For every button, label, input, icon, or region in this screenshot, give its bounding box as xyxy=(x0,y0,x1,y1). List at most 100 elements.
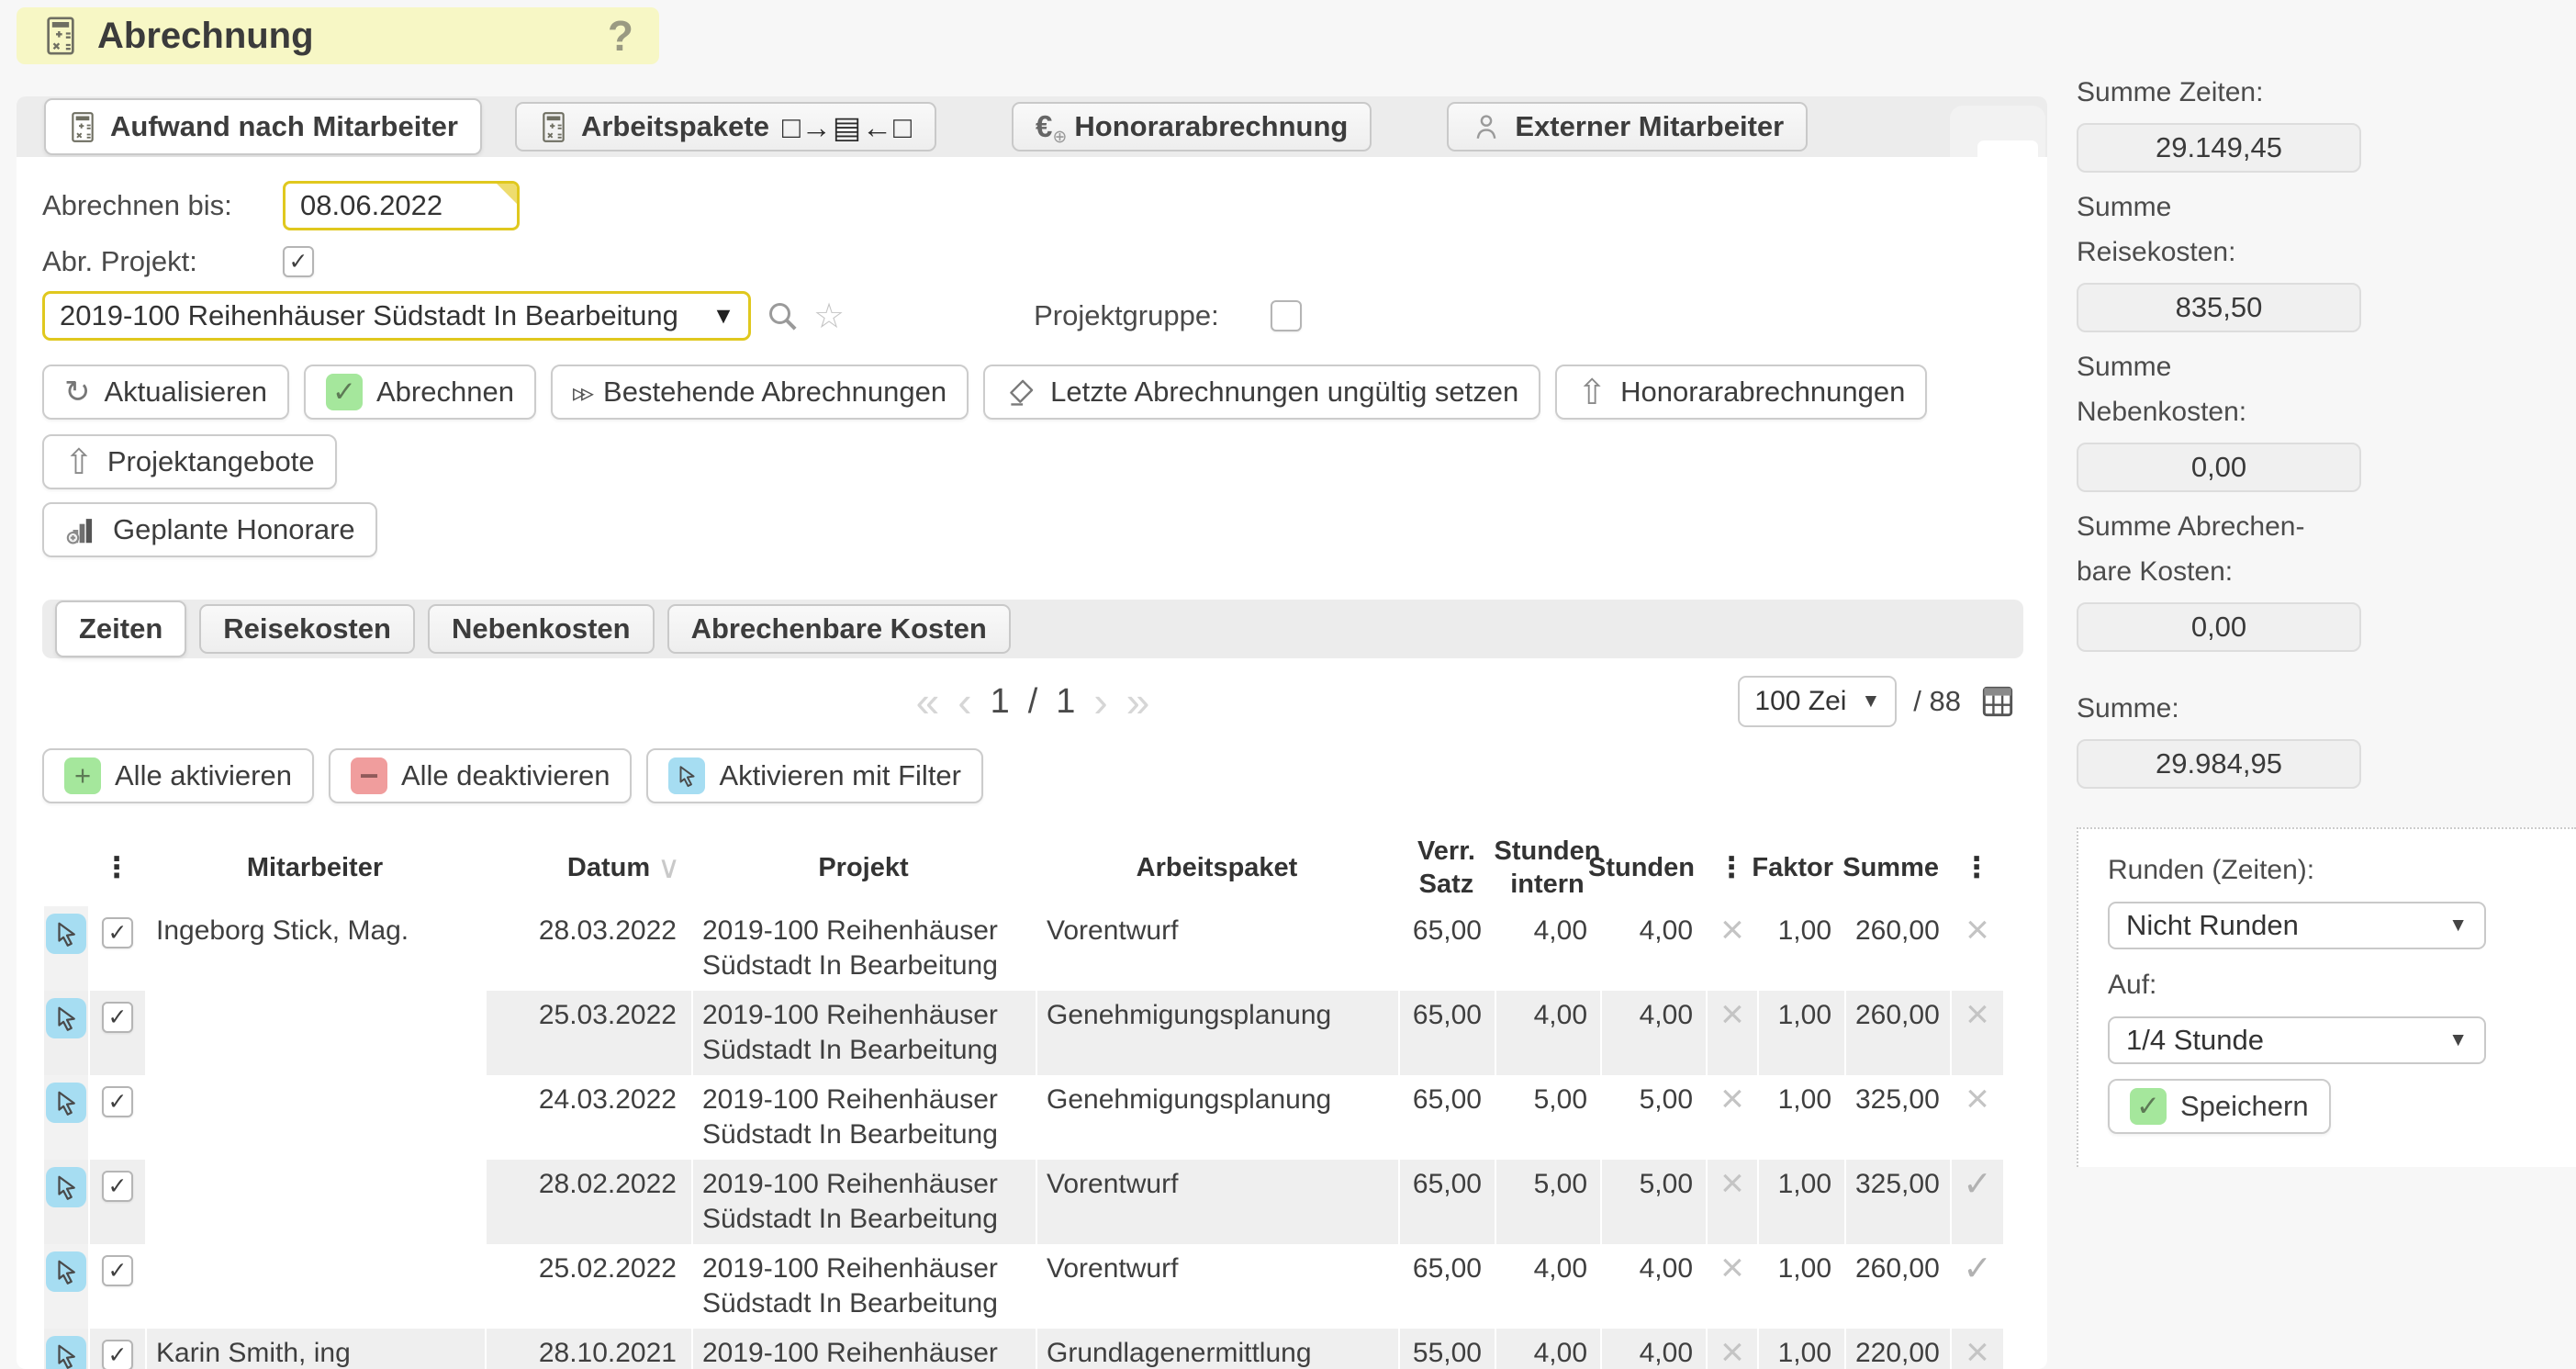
header-summe[interactable]: Summe xyxy=(1844,851,1950,884)
runden-select[interactable]: Nicht Runden ▼ xyxy=(2108,902,2486,949)
list-action-buttons: + Alle aktivieren − Alle deaktivieren Ak… xyxy=(42,748,2023,803)
pagination-controls: « ‹ 1 / 1 › » xyxy=(42,680,2023,723)
alle-aktivieren-button[interactable]: + Alle aktivieren xyxy=(42,748,314,803)
column-menu-icon[interactable]: ⋮ xyxy=(1950,851,2003,884)
next-page-icon[interactable]: › xyxy=(1093,680,1107,723)
favorite-star-icon[interactable]: ☆ xyxy=(813,296,845,337)
project-select[interactable]: 2019-100 Reihenhäuser Südstadt In Bearbe… xyxy=(42,291,751,341)
tab-label: Reisekosten xyxy=(223,612,391,645)
calculator-icon xyxy=(68,111,97,143)
tab-aufwand-nach-mitarbeiter[interactable]: Aufwand nach Mitarbeiter xyxy=(44,98,482,155)
button-label: Geplante Honorare xyxy=(113,513,355,546)
search-icon[interactable] xyxy=(764,297,801,334)
summe-delete-icon[interactable]: ✓ xyxy=(1950,1160,2003,1244)
header-verr-satz[interactable]: Verr. Satz xyxy=(1398,835,1495,901)
stunden-delete-icon[interactable]: × xyxy=(1706,991,1757,1075)
tab-arbeitspakete[interactable]: Arbeitspakete □→▤←□ xyxy=(515,102,936,151)
invalidate-icon xyxy=(1005,376,1036,408)
auf-select[interactable]: 1/4 Stunde ▼ xyxy=(2108,1016,2486,1064)
tab-zeiten[interactable]: Zeiten xyxy=(55,600,186,657)
page-size-select[interactable]: 100 Zei ▼ xyxy=(1738,676,1897,727)
header-stunden-intern[interactable]: Stunden intern xyxy=(1495,835,1600,901)
summe-nebenkosten-field: 0,00 xyxy=(2077,443,2361,492)
geplante-honorare-button[interactable]: Geplante Honorare xyxy=(42,502,377,557)
action-buttons-row-2: Geplante Honorare xyxy=(42,502,2023,557)
header-datum[interactable]: Datum∨ xyxy=(485,851,691,884)
row-checkbox-cell: ✓ xyxy=(88,906,145,991)
check-icon: ✓ xyxy=(326,374,363,410)
cell-arbeitspaket: Vorentwurf xyxy=(1036,1244,1398,1329)
alle-deaktivieren-button[interactable]: − Alle deaktivieren xyxy=(329,748,632,803)
content-panel: Abrechnen bis: 08.06.2022 Abr. Projekt: … xyxy=(17,157,2047,1369)
header-faktor[interactable]: Faktor xyxy=(1757,851,1844,884)
letzte-abrechnungen-ungueltig-button[interactable]: Letzte Abrechnungen ungültig setzen xyxy=(983,365,1540,420)
bestehende-abrechnungen-button[interactable]: ▹▹ Bestehende Abrechnungen xyxy=(551,365,969,420)
speichern-button[interactable]: ✓ Speichern xyxy=(2108,1079,2331,1134)
column-menu-icon[interactable]: ⋮ xyxy=(1706,851,1757,884)
aktivieren-mit-filter-button[interactable]: Aktivieren mit Filter xyxy=(646,748,983,803)
stunden-delete-icon[interactable]: × xyxy=(1706,1244,1757,1329)
header-projekt[interactable]: Projekt xyxy=(691,851,1036,884)
row-checkbox[interactable]: ✓ xyxy=(102,1002,133,1033)
filter-row-project-select: 2019-100 Reihenhäuser Südstadt In Bearbe… xyxy=(42,291,2023,341)
page-separator: / xyxy=(1028,682,1038,722)
abr-projekt-checkbox[interactable]: ✓ xyxy=(283,246,314,277)
projektangebote-button[interactable]: ⇧ Projektangebote xyxy=(42,434,337,489)
double-play-icon: ▹▹ xyxy=(573,377,589,408)
row-checkbox[interactable]: ✓ xyxy=(102,1171,133,1202)
last-page-icon[interactable]: » xyxy=(1126,680,1150,723)
header-stunden[interactable]: Stunden xyxy=(1600,851,1706,884)
cell-mitarbeiter xyxy=(145,1244,485,1329)
first-page-icon[interactable]: « xyxy=(916,680,940,723)
cell-mitarbeiter xyxy=(145,1075,485,1160)
tab-externer-mitarbeiter[interactable]: Externer Mitarbeiter xyxy=(1447,102,1808,151)
summe-delete-icon[interactable]: × xyxy=(1950,1075,2003,1160)
summe-zeiten-label: Summe Zeiten: xyxy=(2077,70,2576,115)
summe-delete-icon[interactable]: × xyxy=(1950,1329,2003,1369)
summe-delete-icon[interactable]: ✓ xyxy=(1950,1244,2003,1329)
column-menu-icon[interactable]: ⋮ xyxy=(88,851,145,884)
stunden-delete-icon[interactable]: × xyxy=(1706,906,1757,991)
header-mitarbeiter[interactable]: Mitarbeiter xyxy=(145,851,485,884)
projektgruppe-checkbox[interactable] xyxy=(1271,300,1302,331)
summe-nebenkosten-label: SummeNebenkosten: xyxy=(2077,344,2576,434)
euro-plus-icon: €⊕ xyxy=(1036,109,1061,144)
tab-abrechenbare-kosten[interactable]: Abrechenbare Kosten xyxy=(667,604,1011,654)
row-pointer-button[interactable] xyxy=(46,998,86,1038)
row-checkbox[interactable]: ✓ xyxy=(102,1086,133,1117)
cell-verr-satz: 55,00 xyxy=(1398,1329,1495,1369)
row-pointer-button[interactable] xyxy=(46,1083,86,1123)
prev-page-icon[interactable]: ‹ xyxy=(958,680,971,723)
stunden-delete-icon[interactable]: × xyxy=(1706,1075,1757,1160)
stunden-delete-icon[interactable]: × xyxy=(1706,1329,1757,1369)
abrechnen-button[interactable]: ✓ Abrechnen xyxy=(304,365,536,420)
row-checkbox[interactable]: ✓ xyxy=(102,1255,133,1286)
row-checkbox[interactable]: ✓ xyxy=(102,917,133,948)
tab-label: Abrechenbare Kosten xyxy=(691,612,987,645)
workpackage-flow-icon: □→▤←□ xyxy=(782,109,913,145)
tab-label: Nebenkosten xyxy=(452,612,631,645)
tab-nebenkosten[interactable]: Nebenkosten xyxy=(428,604,655,654)
header-arbeitspaket[interactable]: Arbeitspaket xyxy=(1036,851,1398,884)
table-view-icon[interactable] xyxy=(1977,681,2018,722)
cell-mitarbeiter: Ingeborg Stick, Mag. xyxy=(145,906,485,991)
tab-reisekosten[interactable]: Reisekosten xyxy=(199,604,415,654)
tab-honorarabrechnung[interactable]: €⊕ Honorarabrechnung xyxy=(1012,102,1372,151)
filter-row-project-toggle: Abr. Projekt: ✓ xyxy=(42,245,2023,278)
row-pointer-button[interactable] xyxy=(46,1336,86,1369)
row-pointer-cell xyxy=(42,906,88,991)
row-pointer-button[interactable] xyxy=(46,1167,86,1207)
abrechnen-bis-input[interactable]: 08.06.2022 xyxy=(283,181,520,230)
row-pointer-button[interactable] xyxy=(46,1251,86,1292)
row-checkbox[interactable]: ✓ xyxy=(102,1340,133,1369)
stunden-delete-icon[interactable]: × xyxy=(1706,1160,1757,1244)
row-pointer-button[interactable] xyxy=(46,914,86,954)
help-icon[interactable]: ? xyxy=(608,11,633,61)
row-pointer-cell xyxy=(42,1329,88,1369)
summe-delete-icon[interactable]: × xyxy=(1950,991,2003,1075)
summe-delete-icon[interactable]: × xyxy=(1950,906,2003,991)
total-pages: 1 xyxy=(1056,682,1075,722)
cell-stunden: 4,00 xyxy=(1600,906,1706,991)
honorarabrechnungen-button[interactable]: ⇧ Honorarabrechnungen xyxy=(1555,365,1927,420)
aktualisieren-button[interactable]: ↻ Aktualisieren xyxy=(42,365,289,420)
